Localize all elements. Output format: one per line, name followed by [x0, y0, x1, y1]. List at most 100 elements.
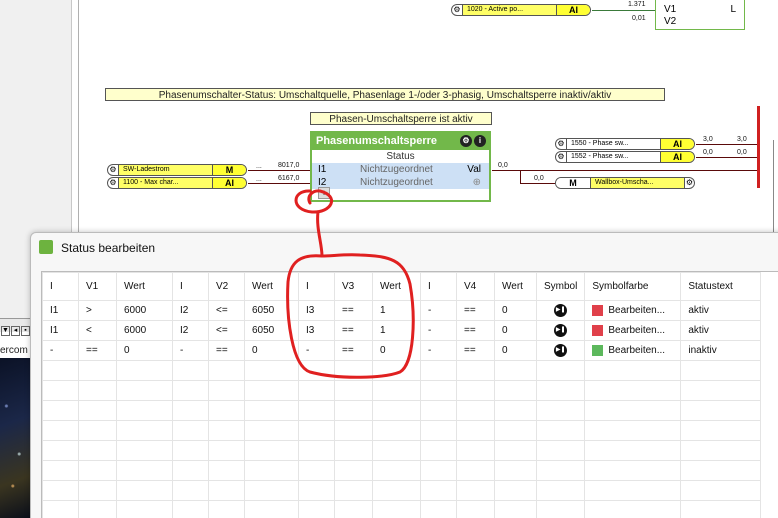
- play-pause-icon[interactable]: ▶❚: [554, 324, 568, 337]
- column-header[interactable]: Wert: [494, 272, 537, 301]
- block-input-row-2[interactable]: I2 Nichtzugeordnet ⊕: [312, 176, 489, 189]
- gear-icon[interactable]: ⚙: [556, 152, 566, 162]
- table-cell[interactable]: 0: [494, 300, 537, 321]
- column-header[interactable]: Wert: [372, 272, 421, 301]
- play-pause-icon[interactable]: ▶❚: [554, 304, 568, 317]
- table-cell[interactable]: 0: [372, 340, 421, 361]
- table-cell[interactable]: 0: [244, 340, 299, 361]
- table-cell[interactable]: ==: [456, 340, 495, 361]
- table-cell[interactable]: <=: [208, 300, 245, 321]
- symbol-color-cell[interactable]: Bearbeiten...: [584, 300, 682, 321]
- status-text-cell[interactable]: inaktiv: [680, 340, 762, 361]
- input-pill-active-power[interactable]: ⚙ 1020 - Active po... AI: [451, 4, 591, 16]
- column-header[interactable]: I: [42, 272, 79, 301]
- input-pill-ladestrom[interactable]: ⚙ SW-Ladestrom M: [107, 164, 247, 176]
- table-cell[interactable]: ==: [78, 340, 117, 361]
- empty-cell: [535, 360, 586, 381]
- logic-block-v[interactable]: V1 V2 L: [655, 0, 745, 30]
- symbol-cell[interactable]: ▶❚: [535, 340, 586, 361]
- symbol-color-cell[interactable]: Bearbeiten...: [584, 320, 682, 341]
- column-header[interactable]: Wert: [116, 272, 173, 301]
- input-pill-max-charge[interactable]: ⚙ 1100 - Max char... AI: [107, 177, 247, 189]
- edit-color-link[interactable]: Bearbeiten...: [608, 305, 665, 316]
- status-text-cell[interactable]: aktiv: [680, 300, 762, 321]
- symbol-color-cell[interactable]: Bearbeiten...: [584, 340, 682, 361]
- play-pause-icon[interactable]: ▶❚: [554, 344, 568, 357]
- edit-color-link[interactable]: Bearbeiten...: [608, 325, 665, 336]
- table-cell[interactable]: 0: [494, 320, 537, 341]
- table-cell[interactable]: I3: [298, 300, 335, 321]
- table-row[interactable]: - == 0- == 0- == 0- == 0 ▶❚ Bearbeiten... inaktiv: [42, 340, 762, 361]
- table-cell[interactable]: I3: [298, 320, 335, 341]
- edit-color-link[interactable]: Bearbeiten...: [608, 345, 665, 356]
- status-grid[interactable]: I V1 Wert I V2 Wert I V3 Wert I V4 Wert Symbol Symbol…: [41, 271, 778, 518]
- column-header[interactable]: I: [420, 272, 457, 301]
- table-cell[interactable]: 6050: [244, 320, 299, 341]
- gear-icon[interactable]: ⚙: [452, 5, 462, 15]
- input-pill-phase-1552[interactable]: ⚙ 1552 - Phase sw... AI: [555, 151, 695, 163]
- empty-cell: [334, 380, 373, 401]
- table-cell[interactable]: ==: [456, 320, 495, 341]
- table-cell[interactable]: -: [420, 300, 457, 321]
- table-cell[interactable]: 0: [494, 340, 537, 361]
- table-row[interactable]: I1 >6000 I2 <= 6050 I3 == 1- == 0 ▶❚ Bearbeiten... a…: [42, 300, 762, 321]
- table-cell[interactable]: ==: [334, 300, 373, 321]
- table-cell[interactable]: ==: [334, 340, 373, 361]
- table-cell[interactable]: 1: [372, 300, 421, 321]
- table-cell[interactable]: <: [78, 320, 117, 341]
- column-header[interactable]: Statustext: [680, 272, 762, 301]
- window-icon[interactable]: ▪: [21, 326, 30, 336]
- column-header[interactable]: I: [298, 272, 335, 301]
- status-text-cell[interactable]: aktiv: [680, 320, 762, 341]
- column-header[interactable]: V1: [78, 272, 117, 301]
- column-header[interactable]: V4: [456, 272, 495, 301]
- gear-icon[interactable]: ⚙: [684, 178, 694, 188]
- status-table[interactable]: I V1 Wert I V2 Wert I V3 Wert I V4 Wert Symbol Symbol…: [42, 272, 762, 518]
- column-header[interactable]: I: [172, 272, 209, 301]
- table-cell[interactable]: 6050: [244, 300, 299, 321]
- wire: [696, 157, 758, 158]
- table-cell[interactable]: <=: [208, 320, 245, 341]
- table-cell[interactable]: I1: [42, 320, 79, 341]
- symbol-cell[interactable]: ▶❚: [535, 300, 586, 321]
- table-cell[interactable]: I2: [172, 300, 209, 321]
- column-header[interactable]: V2: [208, 272, 245, 301]
- table-cell[interactable]: 1: [372, 320, 421, 341]
- table-cell[interactable]: -: [420, 340, 457, 361]
- table-cell[interactable]: ==: [334, 320, 373, 341]
- down-arrow-icon[interactable]: ▼: [1, 326, 10, 336]
- info-icon[interactable]: i: [474, 135, 486, 147]
- table-cell[interactable]: 0: [116, 340, 173, 361]
- table-cell[interactable]: 6000: [116, 320, 173, 341]
- input-pill-phase-1550[interactable]: ⚙ 1550 - Phase sw... AI: [555, 138, 695, 150]
- gear-icon[interactable]: ⚙: [108, 178, 118, 188]
- column-header[interactable]: Symbolfarbe: [584, 272, 682, 301]
- table-row[interactable]: I1 <6000 I2 <= 6050 I3 == 1- == 0 ▶❚ Bearbeiten... a…: [42, 320, 762, 341]
- gear-icon[interactable]: ⚙: [108, 165, 118, 175]
- column-header[interactable]: V3: [334, 272, 373, 301]
- status-edit-dialog[interactable]: Status bearbeiten I V1 Wert I V2 Wert I V3 Wert I…: [30, 232, 778, 518]
- table-cell[interactable]: -: [42, 340, 79, 361]
- table-cell[interactable]: 6000: [116, 300, 173, 321]
- gear-icon[interactable]: ⚙: [460, 135, 472, 147]
- symbol-cell[interactable]: ▶❚: [535, 320, 586, 341]
- table-cell[interactable]: >: [78, 300, 117, 321]
- table-cell[interactable]: -: [172, 340, 209, 361]
- table-cell[interactable]: ==: [456, 300, 495, 321]
- table-cell[interactable]: -: [420, 320, 457, 341]
- empty-cell: [372, 500, 421, 518]
- output-pill-wallbox[interactable]: M Wallbox-Umscha... ⚙: [555, 177, 695, 189]
- gear-icon[interactable]: ⚙: [556, 139, 566, 149]
- scroll-arrow-icon[interactable]: ◂: [11, 326, 20, 336]
- plus-icon[interactable]: ⊕: [473, 176, 481, 189]
- phase-lock-block[interactable]: Phasenumschaltsperre ⚙ i Status I1 Nicht…: [310, 131, 491, 202]
- empty-cell: [298, 500, 335, 518]
- table-cell[interactable]: -: [298, 340, 335, 361]
- table-cell[interactable]: I2: [172, 320, 209, 341]
- add-input-button[interactable]: +: [318, 187, 330, 199]
- table-cell[interactable]: ==: [208, 340, 245, 361]
- column-header[interactable]: Wert: [244, 272, 299, 301]
- block-input-row-1[interactable]: I1 Nichtzugeordnet Val: [312, 163, 489, 176]
- column-header[interactable]: Symbol: [535, 272, 586, 301]
- table-cell[interactable]: I1: [42, 300, 79, 321]
